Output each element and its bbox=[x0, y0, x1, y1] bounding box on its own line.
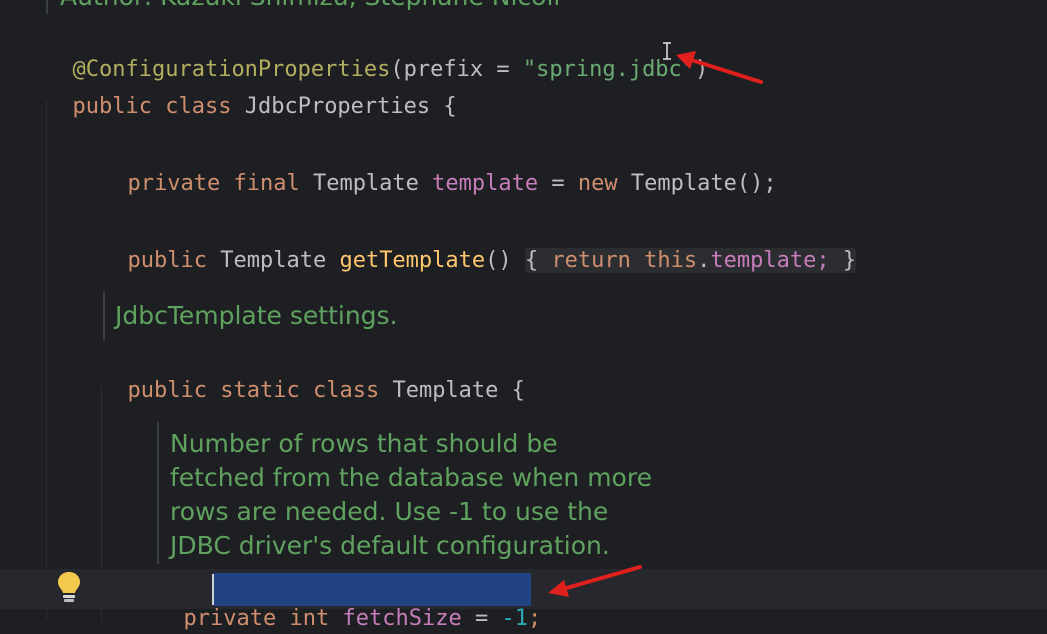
class-brace: { bbox=[443, 94, 457, 119]
inner-class-declaration[interactable]: public static class Template { bbox=[101, 346, 525, 406]
doc-line-1: Number of rows that should be bbox=[170, 429, 558, 458]
indent-guide bbox=[46, 100, 47, 620]
doc-line-4: JDBC driver's default configuration. bbox=[170, 531, 610, 560]
keyword-class: class bbox=[312, 378, 380, 403]
lightbulb-icon[interactable] bbox=[56, 570, 82, 604]
keyword-public: public bbox=[72, 94, 152, 119]
dot: . bbox=[697, 248, 711, 273]
getter-line[interactable]: public Template getTemplate() { return t… bbox=[101, 216, 857, 276]
fold-open[interactable]: { return this.template; } bbox=[524, 248, 857, 273]
field-reference: template; bbox=[710, 248, 830, 273]
fetch-size-name: fetchSize bbox=[342, 606, 462, 631]
equals-sign: = bbox=[474, 606, 489, 631]
keyword-static: static bbox=[220, 378, 300, 403]
keyword-private-part1: priv bbox=[183, 606, 237, 631]
keyword-return: return bbox=[551, 248, 631, 273]
red-arrow-icon bbox=[548, 565, 642, 597]
keyword-class: class bbox=[165, 94, 232, 119]
method-name: getTemplate bbox=[339, 248, 486, 273]
keyword-int: int bbox=[289, 606, 330, 631]
field-name: template bbox=[432, 171, 539, 196]
doc-line-3: rows are needed. Use -1 to use the bbox=[170, 497, 609, 526]
template-field-line[interactable]: private final Template template = new Te… bbox=[101, 139, 777, 199]
class-declaration[interactable]: public class JdbcProperties { bbox=[46, 62, 457, 122]
fold-close: } bbox=[842, 248, 857, 273]
inner-class-name: Template bbox=[392, 378, 499, 403]
doc-comment-settings: JdbcTemplate settings. bbox=[115, 301, 398, 330]
keyword-public: public bbox=[127, 378, 207, 403]
doc-bar bbox=[103, 292, 105, 340]
doc-bar bbox=[157, 422, 159, 564]
red-arrow-icon bbox=[676, 51, 763, 84]
keyword-public: public bbox=[127, 248, 207, 273]
equals-sign: = bbox=[551, 171, 565, 196]
author-line: Author: Kazuki Shimizu, Stephane Nicoll bbox=[60, 0, 560, 14]
keyword-private: private bbox=[127, 171, 221, 196]
semicolon: ; bbox=[527, 606, 542, 631]
inner-class-brace: { bbox=[511, 378, 525, 403]
keyword-final: final bbox=[233, 171, 300, 196]
doc-bar bbox=[46, 0, 48, 14]
field-type: Template bbox=[312, 171, 419, 196]
field-initializer: Template(); bbox=[630, 171, 777, 196]
keyword-this: this bbox=[644, 248, 698, 273]
class-name: JdbcProperties bbox=[244, 94, 431, 119]
fetch-size-value: -1 bbox=[501, 606, 528, 631]
return-type: Template bbox=[220, 248, 327, 273]
method-parens: () bbox=[485, 248, 512, 273]
keyword-new: new bbox=[577, 171, 618, 196]
keyword-private-part2: ate bbox=[236, 606, 277, 631]
fetch-size-line[interactable]: private int fetchSize = -1; bbox=[157, 574, 542, 634]
doc-line-2: fetched from the database when more bbox=[170, 463, 652, 492]
